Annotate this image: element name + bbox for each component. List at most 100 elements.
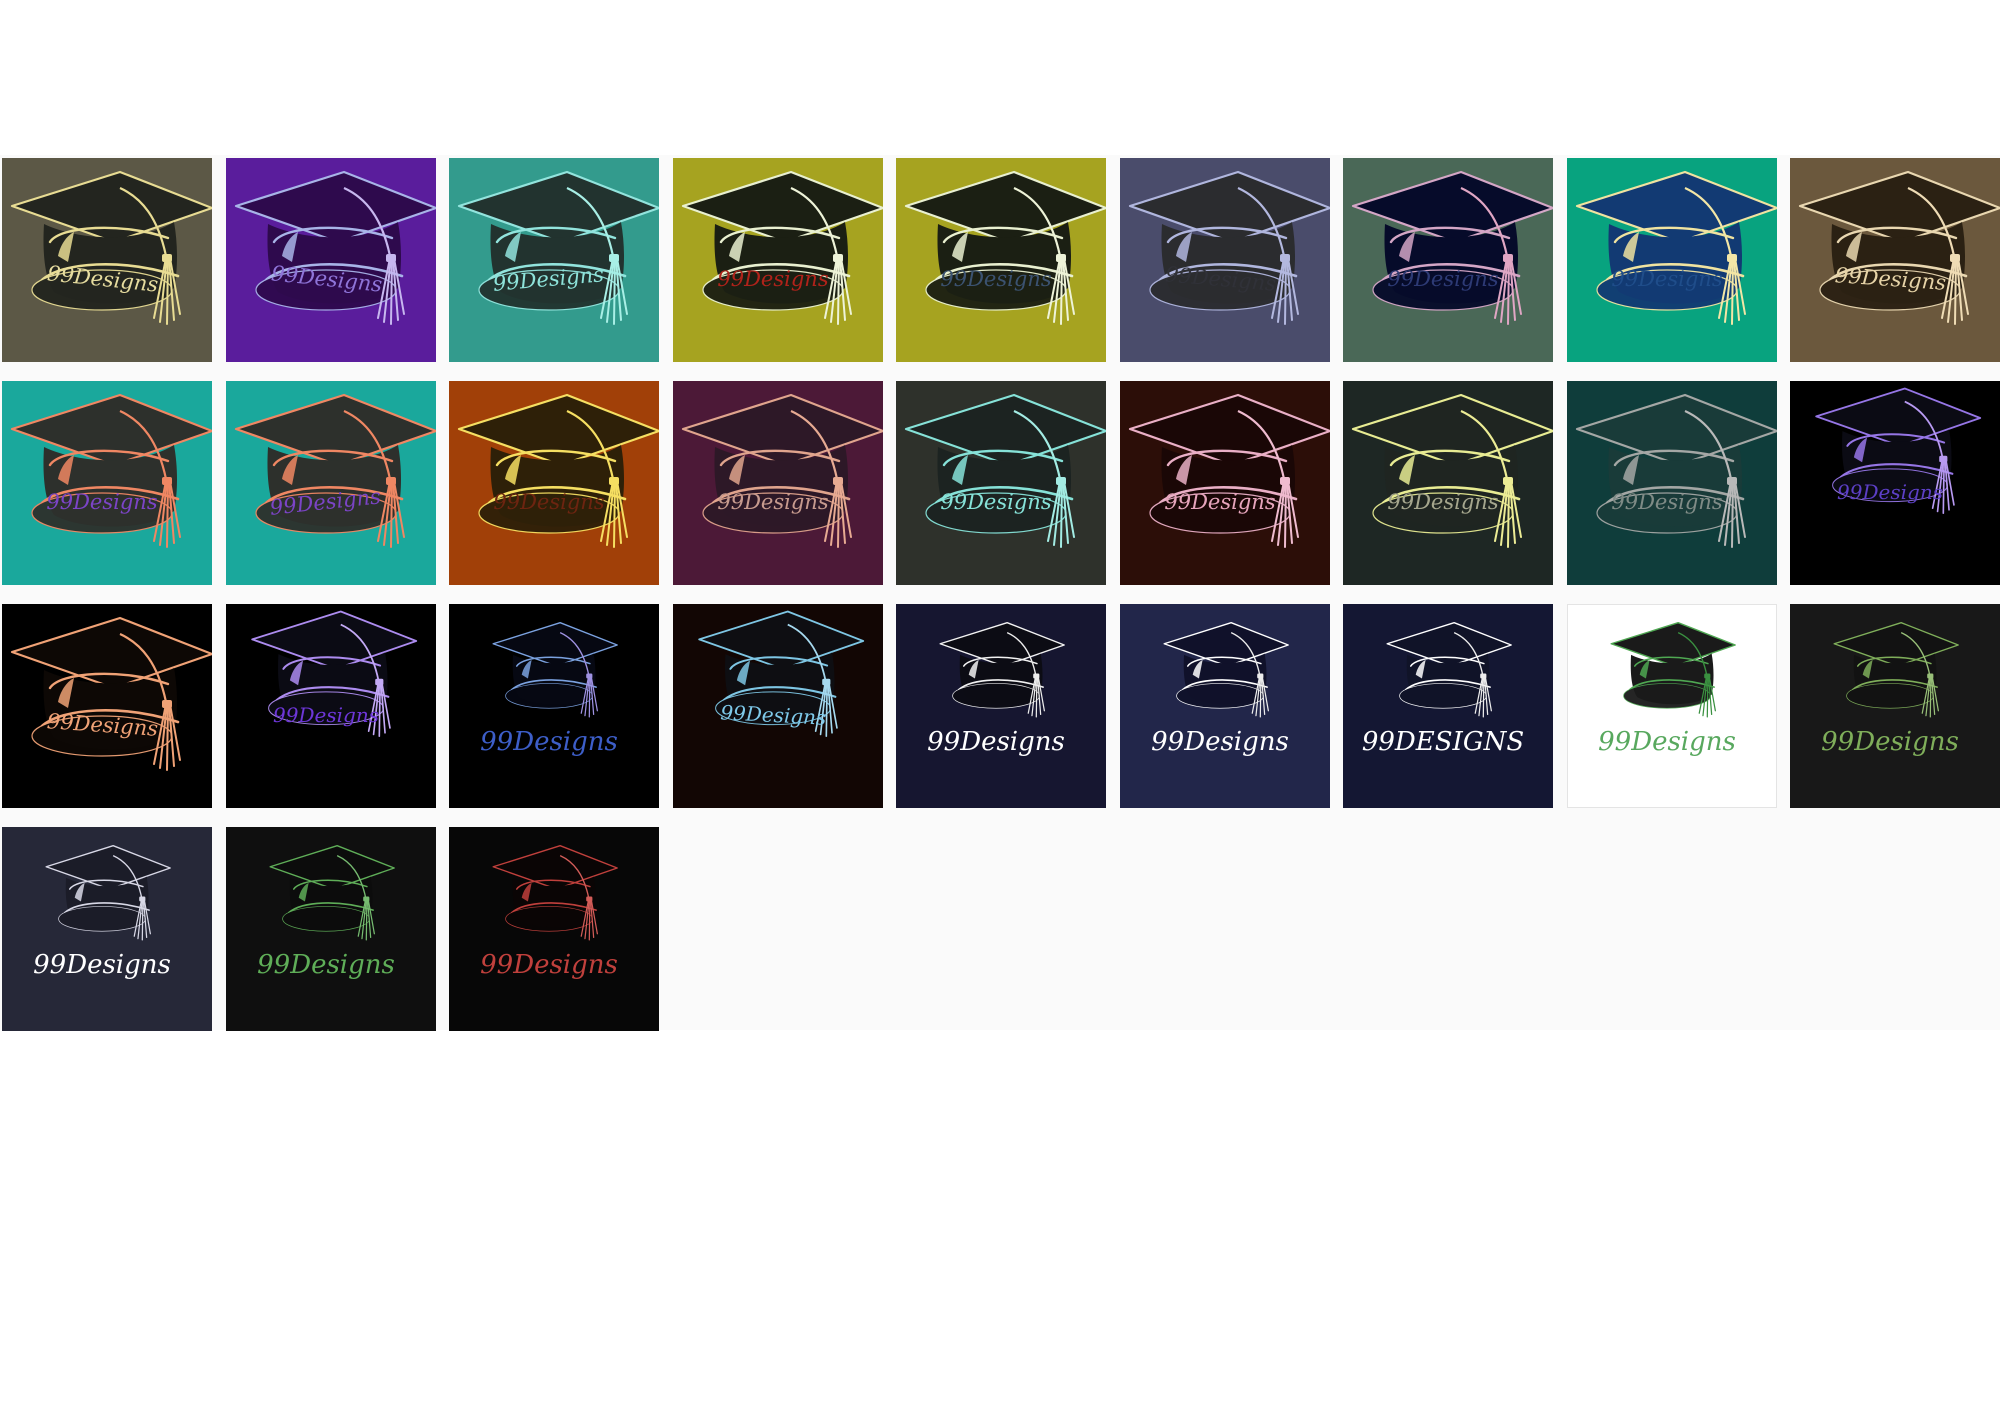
graduation-cap-logo: 99Designs: [457, 170, 659, 325]
graduation-cap-logo: 99Designs: [480, 844, 618, 980]
logo-variant-tile[interactable]: 99Designs: [1566, 158, 1777, 362]
logo-wordmark: 99Designs: [719, 700, 826, 730]
logo-wordmark: 99DESIGNS: [1362, 727, 1524, 757]
logo-wordmark: 99Designs: [1611, 267, 1722, 291]
graduation-cap-icon: [1128, 170, 1330, 325]
graduation-cap-icon: [269, 844, 395, 941]
graduation-cap-logo: 99Designs: [10, 616, 212, 771]
graduation-cap-icon: [681, 393, 883, 548]
graduation-cap-logo: 99Designs: [927, 621, 1065, 757]
graduation-cap-logo: 99Designs: [10, 393, 212, 548]
logo-variant-tile[interactable]: 99DESIGNS: [1343, 604, 1553, 808]
logo-variant-tile[interactable]: 99Designs: [225, 158, 436, 362]
graduation-cap-logo: 99Designs: [697, 610, 864, 737]
graduation-cap-logo: 99Designs: [681, 170, 883, 325]
graduation-cap-logo: 99Designs: [480, 621, 618, 757]
graduation-cap-icon: [234, 393, 436, 548]
logo-variant-tile[interactable]: 99Designs: [225, 827, 436, 1031]
logo-wordmark: 99Designs: [273, 703, 379, 727]
graduation-cap-icon: [1575, 170, 1777, 325]
logo-variant-tile[interactable]: 99Designs: [1119, 604, 1330, 808]
graduation-cap-logo: 99Designs: [234, 393, 436, 548]
graduation-cap-logo: 99Designs: [904, 393, 1106, 548]
graduation-cap-logo: 99Designs: [250, 610, 417, 737]
logo-variant-tile[interactable]: 99Designs: [1790, 604, 2000, 808]
graduation-cap-logo: 99Designs: [1151, 621, 1289, 757]
logo-wordmark: 99Designs: [1837, 480, 1943, 504]
graduation-cap-icon: [681, 170, 883, 325]
graduation-cap-icon: [1351, 393, 1553, 548]
graduation-cap-logo: 99Designs: [1351, 393, 1553, 548]
graduation-cap-logo: 99Designs: [1128, 170, 1330, 325]
graduation-cap-icon: [10, 393, 212, 548]
graduation-cap-icon: [1163, 621, 1289, 718]
logo-variant-tile[interactable]: 99Designs: [449, 827, 659, 1031]
graduation-cap-icon: [1575, 393, 1777, 548]
graduation-cap-icon: [234, 170, 436, 325]
logo-variant-tile[interactable]: 99Designs: [1119, 158, 1330, 362]
logo-variant-tile[interactable]: 99Designs: [1790, 381, 2000, 585]
logo-variant-tile[interactable]: 99Designs: [1566, 604, 1777, 808]
logo-variant-tile[interactable]: 99Designs: [1343, 158, 1553, 362]
logo-variant-tile[interactable]: 99Designs: [672, 604, 883, 808]
logo-variant-tile[interactable]: 99Designs: [896, 604, 1106, 808]
graduation-cap-logo: 99Designs: [1821, 621, 1959, 757]
graduation-cap-icon: [904, 393, 1106, 548]
graduation-cap-logo: 99Designs: [1575, 170, 1777, 325]
logo-wordmark: 99Designs: [33, 950, 171, 980]
graduation-cap-icon: [1610, 621, 1736, 718]
graduation-cap-icon: [10, 616, 212, 771]
logo-wordmark: 99Designs: [940, 490, 1051, 514]
logo-wordmark: 99Designs: [927, 727, 1065, 757]
graduation-cap-logo: 99Designs: [1575, 393, 1777, 548]
logo-variant-tile[interactable]: 99Designs: [449, 604, 659, 808]
logo-wordmark: 99Designs: [1387, 267, 1498, 291]
logo-wordmark: 99Designs: [480, 950, 618, 980]
graduation-cap-logo: 99Designs: [1598, 621, 1736, 757]
logo-variant-tile[interactable]: 99Designs: [1790, 158, 2000, 362]
logo-variant-tile[interactable]: 99Designs: [225, 381, 436, 585]
logo-wordmark: 99Designs: [1598, 727, 1736, 757]
graduation-cap-logo: 99Designs: [904, 170, 1106, 325]
graduation-cap-icon: [1798, 170, 2000, 325]
logo-variant-tile[interactable]: 99Designs: [896, 381, 1106, 585]
graduation-cap-icon: [492, 621, 618, 718]
logo-wordmark: 99Designs: [1387, 490, 1498, 514]
graduation-cap-logo: 99Designs: [1815, 387, 1982, 514]
logo-wordmark: 99Designs: [493, 490, 604, 514]
logo-variant-tile[interactable]: 99Designs: [225, 604, 436, 808]
graduation-cap-icon: [939, 621, 1065, 718]
graduation-cap-icon: [457, 170, 659, 325]
logo-variant-tile[interactable]: 99Designs: [1119, 381, 1330, 585]
graduation-cap-logo: 99Designs: [457, 393, 659, 548]
graduation-cap-logo: 99Designs: [681, 393, 883, 548]
graduation-cap-logo: 99Designs: [257, 844, 395, 980]
graduation-cap-logo: 99DESIGNS: [1362, 621, 1524, 757]
logo-variant-tile[interactable]: 99Designs: [2, 381, 212, 585]
graduation-cap-icon: [45, 844, 171, 941]
logo-variant-tile[interactable]: 99Designs: [449, 158, 659, 362]
logo-wordmark: 99Designs: [1611, 490, 1722, 514]
logo-variant-tile[interactable]: 99Designs: [2, 604, 212, 808]
logo-wordmark: 99Designs: [1151, 727, 1289, 757]
logo-variant-tile[interactable]: 99Designs: [449, 381, 659, 585]
graduation-cap-logo: 99Designs: [1798, 170, 2000, 325]
logo-variant-tile[interactable]: 99Designs: [672, 158, 883, 362]
logo-variant-tile[interactable]: 99Designs: [672, 381, 883, 585]
logo-wordmark: 99Designs: [717, 490, 828, 514]
graduation-cap-logo: 99Designs: [33, 844, 171, 980]
graduation-cap-icon: [1128, 393, 1330, 548]
graduation-cap-icon: [1386, 621, 1512, 718]
graduation-cap-icon: [1833, 621, 1959, 718]
logo-wordmark: 99Designs: [46, 490, 157, 514]
graduation-cap-logo: 99Designs: [1128, 393, 1330, 548]
graduation-cap-icon: [904, 170, 1106, 325]
graduation-cap-icon: [1351, 170, 1553, 325]
logo-variant-tile[interactable]: 99Designs: [1566, 381, 1777, 585]
logo-variant-tile[interactable]: 99Designs: [2, 827, 212, 1031]
logo-wordmark: 99Designs: [257, 950, 395, 980]
logo-variant-tile[interactable]: 99Designs: [896, 158, 1106, 362]
logo-variant-tile[interactable]: 99Designs: [1343, 381, 1553, 585]
graduation-cap-logo: 99Designs: [234, 170, 436, 325]
logo-variant-tile[interactable]: 99Designs: [2, 158, 212, 362]
